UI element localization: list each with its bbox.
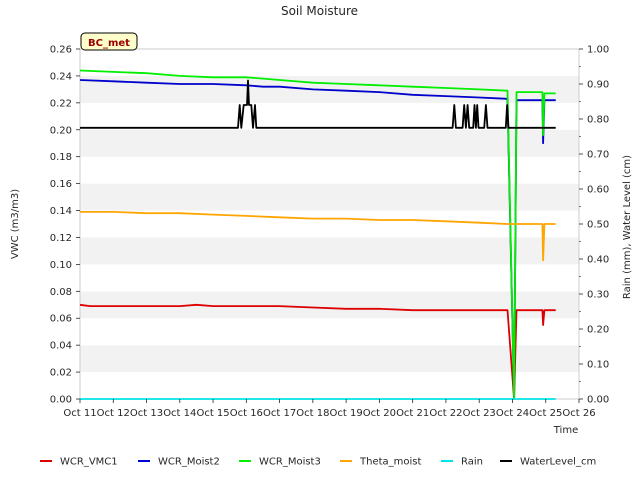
y-tick-label-left: 0.04 — [50, 341, 72, 352]
x-tick-label: Oct 18 — [296, 408, 329, 419]
y-tick-label-left: 0.06 — [50, 314, 72, 325]
y-tick-label-right: 0.10 — [587, 360, 609, 371]
x-tick-label: Oct 21 — [396, 408, 429, 419]
y-tick-label-left: 0.22 — [50, 98, 72, 109]
y-tick-label-right: 1.00 — [587, 45, 609, 56]
y-tick-label-left: 0.24 — [50, 71, 72, 82]
legend-item: WCR_Moist3 — [239, 457, 321, 468]
y-tick-label-right: 0.30 — [587, 290, 609, 301]
legend-label: WCR_Moist2 — [158, 457, 220, 468]
grid-band — [80, 156, 579, 184]
y-tick-label-right: 0.40 — [587, 255, 609, 266]
y-tick-label-left: 0.18 — [50, 152, 72, 163]
legend-label: WaterLevel_cm — [520, 457, 596, 468]
grid-band — [80, 49, 579, 76]
y-tick-label-left: 0.02 — [50, 368, 72, 379]
grid-band — [80, 318, 579, 346]
legend-label: WCR_VMC1 — [60, 457, 118, 468]
y-tick-label-left: 0.14 — [50, 206, 72, 217]
y-tick-label-left: 0.00 — [50, 395, 72, 406]
chart-title: Soil Moisture — [281, 4, 358, 18]
legend-label: Rain — [461, 457, 483, 468]
chart-canvas: 0.00 0.02 0.04 0.06 0.08 0.10 0.12 0.14 0.16 0.18… — [10, 4, 633, 468]
legend-item: WCR_Moist2 — [138, 457, 220, 468]
grid-band — [80, 102, 579, 130]
grid-band — [80, 129, 579, 157]
soil-moisture-chart: 0.00 0.02 0.04 0.06 0.08 0.10 0.12 0.14 0.16 0.18… — [0, 0, 640, 480]
y-tick-label-right: 0.00 — [587, 395, 609, 406]
x-tick-label: Oct 26 — [562, 408, 595, 419]
x-tick-label: Oct 17 — [263, 408, 296, 419]
x-tick-label: Oct 22 — [429, 408, 462, 419]
y-tick-label-left: 0.20 — [50, 125, 72, 136]
y-tick-label-right: 0.50 — [587, 220, 609, 231]
legend-item: Theta_moist — [340, 457, 421, 468]
station-label-box: BC_met — [80, 32, 138, 51]
x-tick-label: Oct 25 — [529, 408, 562, 419]
y-tick-label-left: 0.16 — [50, 179, 72, 190]
legend-label: Theta_moist — [359, 457, 421, 468]
legend-item: Rain — [441, 457, 483, 468]
grid-band — [80, 264, 579, 292]
x-tick-label: Oct 11 — [63, 408, 96, 419]
y-tick-label-left: 0.12 — [50, 233, 72, 244]
y-tick-label-left: 0.26 — [50, 45, 72, 56]
grid-band — [80, 237, 579, 265]
legend-label: WCR_Moist3 — [259, 457, 321, 468]
y-axis-label-left: VWC (m3/m3) — [10, 189, 21, 259]
x-tick-label: Oct 13 — [130, 408, 163, 419]
x-tick-label: Oct 15 — [196, 408, 229, 419]
grid-band — [80, 372, 579, 399]
x-tick-label: Oct 12 — [97, 408, 130, 419]
y-tick-label-right: 0.20 — [587, 325, 609, 336]
y-tick-label-left: 0.10 — [50, 260, 72, 271]
grid-band — [80, 345, 579, 373]
y-tick-label-right: 0.60 — [587, 185, 609, 196]
x-tick-label: Oct 24 — [496, 408, 529, 419]
y-tick-label-right: 0.70 — [587, 150, 609, 161]
grid-band — [80, 291, 579, 319]
x-tick-label: Oct 16 — [230, 408, 263, 419]
x-tick-label: Oct 19 — [330, 408, 363, 419]
x-tick-label: Oct 23 — [463, 408, 496, 419]
legend-item: WCR_VMC1 — [40, 457, 118, 468]
y-tick-label-right: 0.90 — [587, 80, 609, 91]
grid-band — [80, 183, 579, 211]
legend-item: WaterLevel_cm — [500, 457, 596, 468]
legend: WCR_VMC1 WCR_Moist2 WCR_Moist3 Theta_moist R… — [40, 457, 596, 468]
x-tick-label: Oct 20 — [363, 408, 396, 419]
x-tick-label: Oct 14 — [163, 408, 196, 419]
y-axis-label-right: Rain (mm), Water Level (cm) — [622, 155, 633, 299]
y-tick-label-left: 0.08 — [50, 287, 72, 298]
x-axis-label: Time — [553, 425, 578, 436]
station-label: BC_met — [88, 38, 130, 49]
y-tick-label-right: 0.80 — [587, 115, 609, 126]
